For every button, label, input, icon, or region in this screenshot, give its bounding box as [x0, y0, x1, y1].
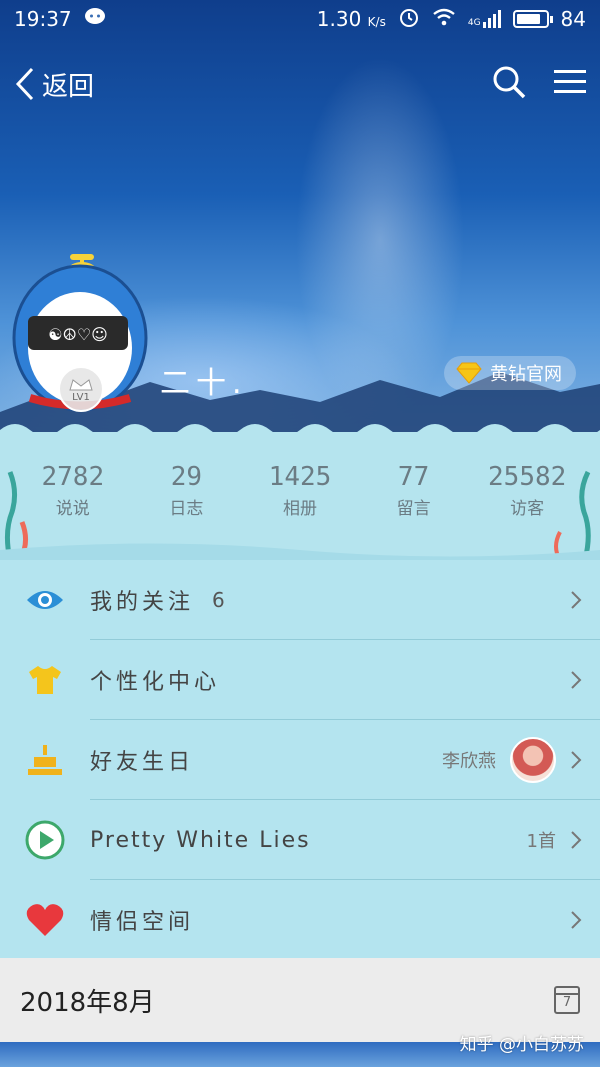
chevron-right-icon — [571, 671, 582, 689]
menu-item-birthday[interactable]: 好友生日 李欣燕 — [0, 720, 600, 800]
signal-icon: 4G — [468, 10, 501, 28]
stat-messages[interactable]: 77 留言 — [364, 462, 464, 560]
menu-item-couple[interactable]: 情侣空间 — [0, 880, 600, 960]
heart-icon — [26, 904, 64, 936]
birthday-friend-name: 李欣燕 — [442, 751, 496, 772]
eye-icon — [27, 591, 63, 609]
calendar-icon[interactable]: 7 — [554, 986, 580, 1014]
watermark: 知乎 @小白苏苏 — [459, 1035, 584, 1055]
cake-icon — [28, 745, 62, 775]
back-label: 返回 — [42, 71, 95, 102]
level-label: LV1 — [72, 391, 90, 403]
back-button[interactable]: 返回 — [14, 66, 94, 103]
menu-list: 我的关注 6 个性化中心 好友生日 李欣燕 Pretty White Lies … — [0, 560, 600, 958]
chevron-right-icon — [571, 831, 582, 849]
stat-shuoshuo[interactable]: 2782 说说 — [23, 462, 123, 560]
stats-bar: 2782 说说 29 日志 1425 相册 77 留言 25582 访客 — [0, 432, 600, 560]
stat-visitors[interactable]: 25582 访客 — [477, 462, 577, 560]
battery-icon — [512, 10, 553, 28]
friend-avatar — [510, 737, 556, 783]
play-icon — [25, 820, 65, 860]
menu-item-music[interactable]: Pretty White Lies 1首 — [0, 800, 600, 880]
top-nav: 返回 — [0, 56, 600, 112]
stat-blog[interactable]: 29 日志 — [136, 462, 236, 560]
menu-item-personalize[interactable]: 个性化中心 — [0, 640, 600, 720]
wifi-icon — [432, 7, 456, 32]
date-label: 2018年8月 — [20, 987, 155, 1018]
music-count: 1首 — [526, 831, 556, 852]
level-badge: LV1 — [58, 366, 104, 412]
menu-item-following[interactable]: 我的关注 6 — [0, 560, 600, 640]
clock: 19:37 — [14, 7, 72, 31]
chevron-right-icon — [571, 591, 582, 609]
diamond-icon — [456, 362, 482, 384]
battery-level: 84 — [560, 7, 586, 31]
chevron-left-icon — [15, 67, 34, 101]
menu-icon[interactable] — [554, 68, 586, 100]
chevron-right-icon — [571, 911, 582, 929]
vip-link[interactable]: 黄钻官网 — [444, 356, 576, 390]
chevron-right-icon — [571, 751, 582, 769]
shirt-icon — [29, 666, 61, 694]
chat-icon — [84, 7, 106, 32]
stat-album[interactable]: 1425 相册 — [250, 462, 350, 560]
alarm-icon — [398, 6, 420, 33]
crown-icon — [69, 378, 93, 390]
search-icon[interactable] — [492, 65, 526, 103]
vip-label: 黄钻官网 — [490, 364, 562, 385]
net-speed: 1.30 K/s — [316, 7, 386, 31]
user-name[interactable]: 二十. — [160, 358, 248, 402]
status-bar: 19:37 1.30 K/s 4G 84 — [0, 0, 600, 38]
svg-text:☯☮♡☺: ☯☮♡☺ — [48, 325, 108, 344]
